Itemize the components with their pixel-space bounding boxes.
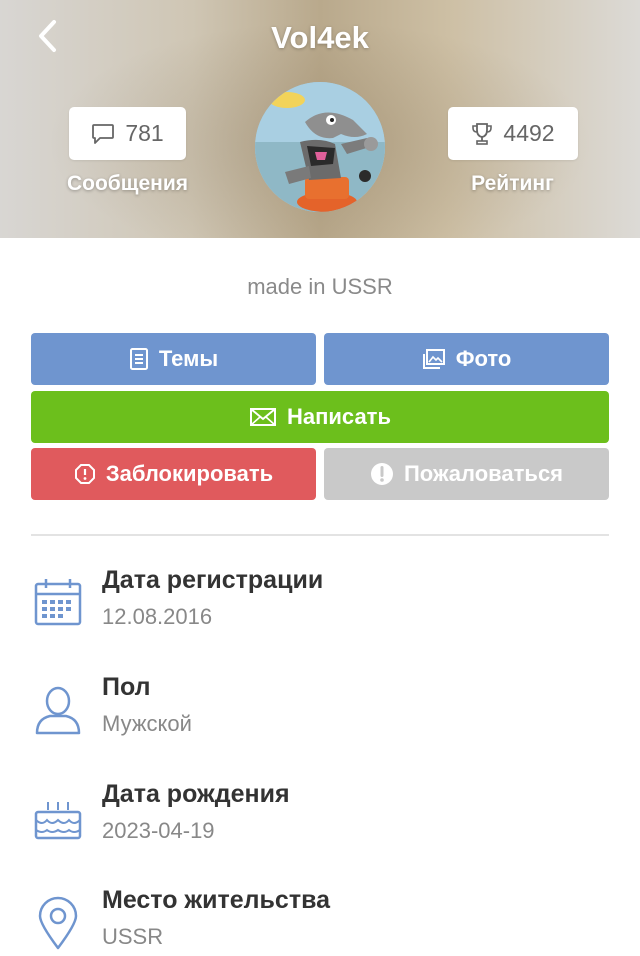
- info-row-birth-date: Дата рождения 2023-04-19: [30, 780, 610, 850]
- messages-count: 781: [125, 120, 164, 146]
- photo-button-label: Фото: [455, 346, 512, 371]
- messages-count-box[interactable]: 781: [69, 107, 186, 160]
- exclamation-circle-icon: [370, 463, 393, 485]
- document-icon: [129, 348, 148, 370]
- photo-button[interactable]: Фото: [324, 333, 609, 385]
- location-pin-icon: [38, 896, 78, 950]
- write-message-button[interactable]: Написать: [31, 391, 609, 443]
- block-user-button-label: Заблокировать: [105, 461, 274, 486]
- info-row-location: Место жительства USSR: [30, 886, 610, 956]
- block-user-button[interactable]: Заблокировать: [31, 448, 316, 500]
- info-row-gender: Пол Мужской: [30, 673, 610, 743]
- info-label: Пол: [102, 673, 151, 701]
- profile-header: Vol4ek 781 Сообщения 4492 Рейтинг: [0, 0, 640, 238]
- comment-icon: [92, 123, 115, 144]
- envelope-icon: [250, 408, 276, 426]
- section-divider: [31, 534, 609, 536]
- info-value: 2023-04-19: [102, 818, 215, 843]
- profile-status-text: made in USSR: [247, 274, 393, 299]
- topics-button[interactable]: Темы: [31, 333, 316, 385]
- user-icon: [35, 686, 81, 735]
- report-user-button[interactable]: Пожаловаться: [324, 448, 609, 500]
- image-gallery-icon: [422, 349, 445, 369]
- page-title: Vol4ek: [271, 20, 369, 55]
- rating-label: Рейтинг: [471, 172, 554, 195]
- block-octagon-icon: [74, 464, 95, 484]
- info-label: Дата рождения: [102, 780, 290, 808]
- report-user-button-label: Пожаловаться: [403, 461, 564, 486]
- messages-label: Сообщения: [66, 172, 189, 195]
- info-row-registration-date: Дата регистрации 12.08.2016: [30, 566, 610, 636]
- rating-count-box[interactable]: 4492: [448, 107, 578, 160]
- trophy-icon: [472, 122, 493, 145]
- info-label: Дата регистрации: [102, 566, 324, 594]
- rating-count: 4492: [503, 120, 555, 146]
- avatar: [255, 82, 385, 212]
- info-label: Место жительства: [102, 886, 331, 914]
- info-value: 12.08.2016: [102, 604, 213, 629]
- birthday-cake-icon: [34, 802, 82, 840]
- info-value: USSR: [102, 924, 164, 949]
- write-message-button-label: Написать: [287, 404, 391, 429]
- topics-button-label: Темы: [158, 346, 219, 371]
- info-value: Мужской: [102, 711, 192, 736]
- calendar-icon: [34, 579, 82, 626]
